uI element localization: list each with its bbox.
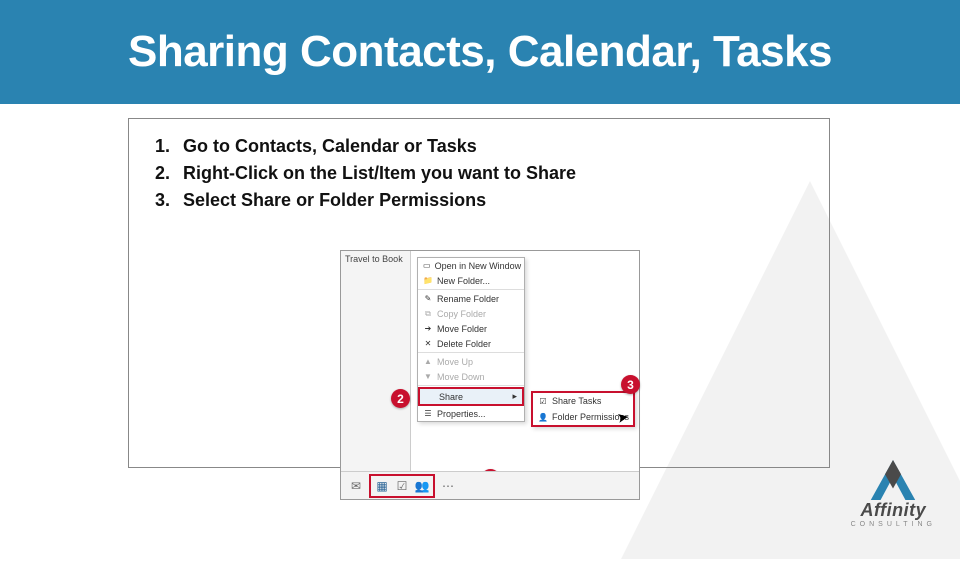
more-icon[interactable]: ⋯: [439, 477, 457, 495]
tasks-icon[interactable]: ☑: [393, 477, 411, 495]
step-2: 2.Right-Click on the List/Item you want …: [155, 160, 803, 187]
copy-icon: ⧉: [423, 309, 433, 319]
callout-3: 3: [621, 375, 640, 394]
menu-new-folder[interactable]: 📁New Folder...: [418, 273, 524, 288]
properties-icon: ☰: [423, 409, 433, 419]
submenu-share-tasks[interactable]: ☑Share Tasks: [533, 393, 633, 409]
menu-move-down: ▼Move Down: [418, 369, 524, 384]
delete-icon: ✕: [423, 339, 433, 349]
share-tasks-icon: ☑: [538, 396, 548, 406]
logo-subtitle: CONSULTING: [851, 521, 936, 528]
share-icon: [425, 392, 435, 402]
step-1: 1.Go to Contacts, Calendar or Tasks: [155, 133, 803, 160]
context-menu: ▭Open in New Window 📁New Folder... ✎Rena…: [417, 257, 525, 422]
menu-share[interactable]: Share▸: [420, 389, 522, 404]
menu-move-folder[interactable]: ➔Move Folder: [418, 321, 524, 336]
chevron-right-icon: ▸: [512, 391, 517, 402]
menu-separator: [418, 385, 524, 386]
mail-icon[interactable]: ✉: [347, 477, 365, 495]
menu-share-highlight: Share▸: [418, 387, 524, 406]
calendar-icon[interactable]: ▦: [373, 477, 391, 495]
cursor-icon: ➤: [616, 408, 631, 427]
menu-separator: [418, 352, 524, 353]
menu-move-up: ▲Move Up: [418, 354, 524, 369]
menu-rename-folder[interactable]: ✎Rename Folder: [418, 291, 524, 306]
logo-mark-icon: [870, 460, 916, 500]
slide-title: Sharing Contacts, Calendar, Tasks: [128, 27, 832, 77]
rename-icon: ✎: [423, 294, 433, 304]
affinity-logo: Affinity CONSULTING: [851, 460, 936, 528]
nav-pane: Travel to Book: [341, 251, 411, 499]
outlook-screenshot: Travel to Book ▭Open in New Window 📁New …: [340, 250, 640, 500]
up-arrow-icon: ▲: [423, 357, 433, 367]
steps-list: 1.Go to Contacts, Calendar or Tasks 2.Ri…: [155, 133, 803, 214]
folder-item[interactable]: Travel to Book: [341, 251, 410, 267]
move-icon: ➔: [423, 324, 433, 334]
people-icon[interactable]: 👥: [413, 477, 431, 495]
menu-copy-folder: ⧉Copy Folder: [418, 306, 524, 321]
menu-open-new-window[interactable]: ▭Open in New Window: [418, 258, 524, 273]
window-icon: ▭: [423, 261, 431, 271]
menu-delete-folder[interactable]: ✕Delete Folder: [418, 336, 524, 351]
folder-plus-icon: 📁: [423, 276, 433, 286]
menu-properties[interactable]: ☰Properties...: [418, 406, 524, 421]
down-arrow-icon: ▼: [423, 372, 433, 382]
step-3: 3.Select Share or Folder Permissions: [155, 187, 803, 214]
callout-2: 2: [391, 389, 410, 408]
title-bar: Sharing Contacts, Calendar, Tasks: [0, 0, 960, 104]
permissions-icon: 👤: [538, 412, 548, 422]
logo-name: Affinity: [860, 500, 926, 521]
nav-highlight: ▦ ☑ 👥: [369, 474, 435, 498]
outlook-nav-footer: ✉ ▦ ☑ 👥 ⋯: [341, 471, 639, 499]
menu-separator: [418, 289, 524, 290]
